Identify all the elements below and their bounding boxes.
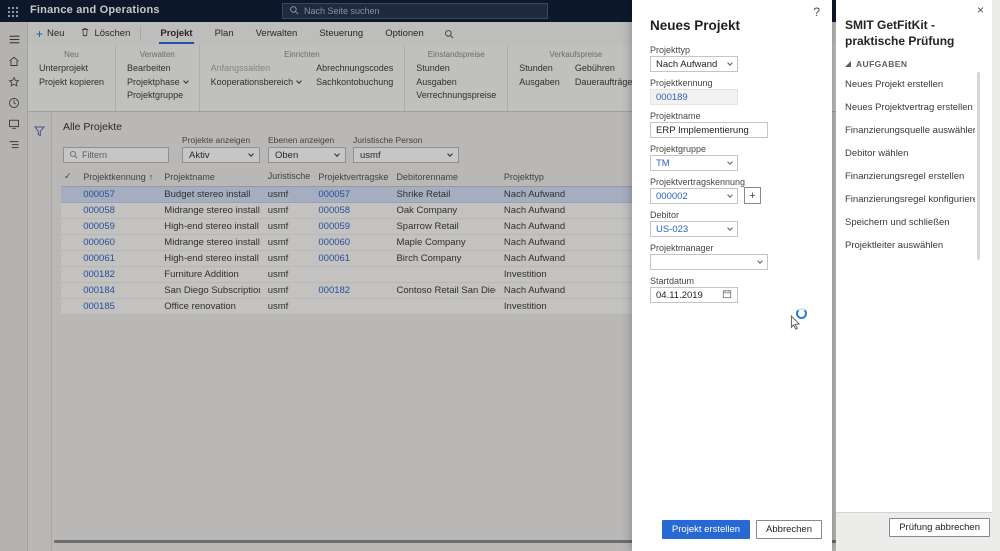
calendar-icon[interactable] xyxy=(722,289,732,302)
field-debitor: Debitor US-023 xyxy=(650,209,818,237)
cancel-button[interactable]: Abbrechen xyxy=(756,520,822,539)
field-label: Debitor xyxy=(650,210,680,220)
task-guide-title: SMIT GetFitKit - praktische Prüfung xyxy=(845,18,955,48)
field-label: Projektvertragskennung xyxy=(650,177,746,187)
chevron-down-icon xyxy=(757,257,763,264)
mouse-cursor-icon xyxy=(790,314,801,335)
field-label: Projektgruppe xyxy=(650,144,707,154)
field-control-debitor[interactable]: US-023 xyxy=(650,221,738,237)
field-label: Projektkennung xyxy=(650,78,713,88)
field-value: 04.11.2019 xyxy=(656,289,703,301)
field-projekttyp: Projekttyp Nach Aufwand xyxy=(650,44,818,72)
field-label: Projektmanager xyxy=(650,243,714,253)
task-guide-panel: × SMIT GetFitKit - praktische Prüfung AU… xyxy=(836,0,1000,551)
screen: Finance and Operations +NeuLöschenProjek… xyxy=(0,0,1000,551)
task-item[interactable]: Speichern und schließen xyxy=(845,211,975,234)
field-value: 000002 xyxy=(656,190,688,202)
field-projektname: Projektname xyxy=(650,110,818,138)
field-value: TM xyxy=(656,157,670,169)
field-projektgruppe: Projektgruppe TM xyxy=(650,143,818,171)
field-control-projektvertragskennung[interactable]: 000002 xyxy=(650,188,738,204)
task-item[interactable]: Neues Projekt erstellen xyxy=(845,73,975,96)
chevron-down-icon xyxy=(727,224,733,231)
chevron-down-icon xyxy=(727,191,733,198)
field-label: Projekttyp xyxy=(650,45,691,55)
create-project-button[interactable]: Projekt erstellen xyxy=(661,520,751,539)
field-control-projekttyp[interactable]: Nach Aufwand xyxy=(650,56,738,72)
field-input[interactable] xyxy=(656,124,762,136)
new-project-dialog: ? Neues Projekt Projekttyp Nach Aufwand Pr… xyxy=(632,0,832,551)
field-control-projektkennung: 000189 xyxy=(650,89,738,105)
field-value: 000189 xyxy=(656,91,688,103)
task-item[interactable]: Finanzierungsquelle auswählen xyxy=(845,119,975,142)
task-guide-card: × SMIT GetFitKit - praktische Prüfung AU… xyxy=(836,0,992,513)
field-value: US-023 xyxy=(656,223,689,235)
field-label: Projektname xyxy=(650,111,701,121)
tasks-section-header[interactable]: AUFGABEN xyxy=(845,59,907,69)
close-icon[interactable]: × xyxy=(977,3,984,17)
collapse-triangle-icon xyxy=(845,61,851,67)
task-item[interactable]: Finanzierungsregel erstellen xyxy=(845,165,975,188)
task-item[interactable]: Neues Projektvertrag erstellen xyxy=(845,96,975,119)
field-projektkennung: Projektkennung 000189 xyxy=(650,77,818,105)
field-value: Nach Aufwand xyxy=(656,58,718,70)
task-item[interactable]: Debitor wählen xyxy=(845,142,975,165)
field-control-startdatum[interactable]: 04.11.2019 xyxy=(650,287,738,303)
task-list-scrollbar[interactable] xyxy=(977,72,980,260)
chevron-down-icon xyxy=(727,59,733,66)
chevron-down-icon xyxy=(727,158,733,165)
add-new-button[interactable]: + xyxy=(744,187,761,204)
abort-exam-button[interactable]: Prüfung abbrechen xyxy=(889,518,990,537)
field-projektvertragskennung: Projektvertragskennung 000002 + xyxy=(650,176,818,204)
field-projektmanager: Projektmanager xyxy=(650,242,818,270)
dialog-title: Neues Projekt xyxy=(650,18,741,33)
task-item[interactable]: Projektleiter auswählen xyxy=(845,234,975,257)
field-control-projektgruppe[interactable]: TM xyxy=(650,155,738,171)
busy-spinner-cursor xyxy=(790,308,816,334)
field-startdatum: Startdatum 04.11.2019 xyxy=(650,275,818,303)
field-control-projektname[interactable] xyxy=(650,122,768,138)
field-label: Startdatum xyxy=(650,276,695,286)
task-item[interactable]: Finanzierungsregel konfigurieren xyxy=(845,188,975,211)
help-icon[interactable]: ? xyxy=(813,5,820,19)
field-control-projektmanager[interactable] xyxy=(650,254,768,270)
